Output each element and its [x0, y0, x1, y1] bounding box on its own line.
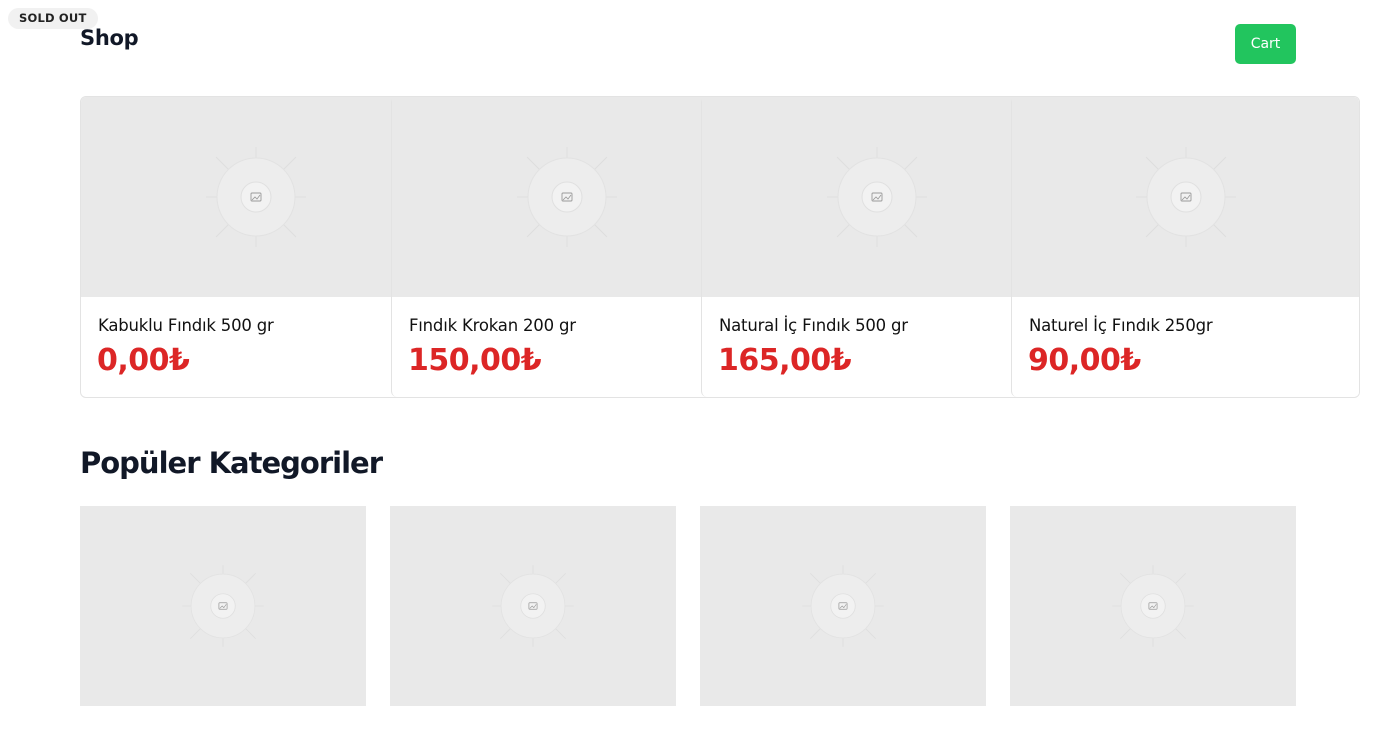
product-price: 0,00₺	[97, 343, 190, 378]
category-card[interactable]	[80, 506, 366, 706]
product-card[interactable]: Natural İç Fındık 500 gr 165,00₺	[701, 97, 1051, 397]
product-name[interactable]: Naturel İç Fındık 250gr	[1029, 316, 1213, 335]
category-card[interactable]	[1010, 506, 1296, 706]
image-placeholder-icon	[802, 565, 884, 647]
image-placeholder-icon	[1112, 565, 1194, 647]
image-placeholder-icon	[826, 147, 927, 247]
product-image	[702, 97, 1051, 297]
product-image	[1012, 97, 1359, 297]
section-title-categories: Popüler Kategoriler	[80, 446, 383, 480]
product-card[interactable]: Kabuklu Fındık 500 gr 0,00₺	[81, 97, 431, 397]
image-placeholder-icon	[492, 565, 574, 647]
image-placeholder-icon	[206, 147, 306, 247]
image-placeholder-icon	[182, 565, 264, 647]
cart-button[interactable]: Cart	[1235, 24, 1296, 64]
product-price: 165,00₺	[718, 343, 852, 378]
product-price: 90,00₺	[1028, 343, 1141, 378]
shop-page: SOLD OUT Shop Cart Kabuklu Fındık 500 gr…	[0, 0, 1376, 730]
product-image	[81, 97, 431, 297]
category-card[interactable]	[390, 506, 676, 706]
image-placeholder-icon	[516, 147, 617, 247]
product-card[interactable]: Naturel İç Fındık 250gr 90,00₺	[1011, 97, 1359, 397]
product-card[interactable]: Fındık Krokan 200 gr 150,00₺	[391, 97, 741, 397]
page-title: Shop	[80, 26, 139, 50]
image-placeholder-icon	[1136, 147, 1236, 247]
product-carousel: Kabuklu Fındık 500 gr 0,00₺ Fındık Kroka…	[80, 96, 1360, 398]
product-name[interactable]: Kabuklu Fındık 500 gr	[98, 316, 274, 335]
product-name[interactable]: Natural İç Fındık 500 gr	[719, 316, 908, 335]
product-price: 150,00₺	[408, 343, 542, 378]
product-image	[392, 97, 741, 297]
category-card[interactable]	[700, 506, 986, 706]
product-name[interactable]: Fındık Krokan 200 gr	[409, 316, 576, 335]
